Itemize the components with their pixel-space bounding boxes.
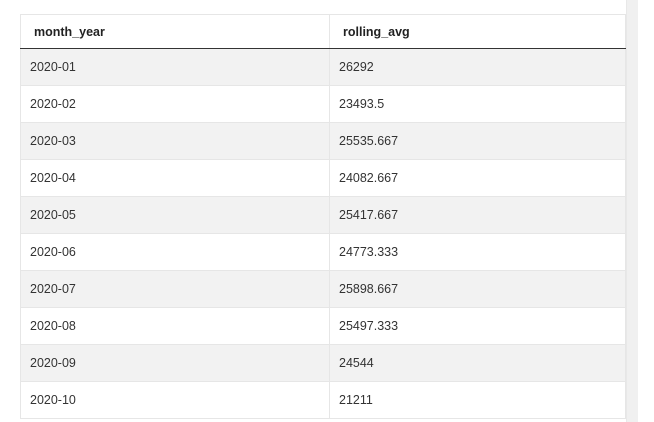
table-row: 2020-02 23493.5: [20, 85, 626, 123]
column-header-month-year[interactable]: month_year: [20, 14, 330, 49]
table-row: 2020-07 25898.667: [20, 270, 626, 308]
cell-month-year: 2020-03: [20, 122, 330, 160]
cell-rolling-avg: 23493.5: [329, 85, 626, 123]
vertical-scrollbar[interactable]: [626, 0, 638, 422]
cell-month-year: 2020-05: [20, 196, 330, 234]
cell-month-year: 2020-08: [20, 307, 330, 345]
cell-month-year: 2020-02: [20, 85, 330, 123]
result-table: month_year rolling_avg 2020-01 26292 202…: [20, 14, 626, 419]
page: month_year rolling_avg 2020-01 26292 202…: [0, 0, 654, 422]
cell-rolling-avg: 24082.667: [329, 159, 626, 197]
header-row: month_year rolling_avg: [20, 14, 626, 49]
cell-rolling-avg: 25417.667: [329, 196, 626, 234]
cell-rolling-avg: 25497.333: [329, 307, 626, 345]
cell-month-year: 2020-07: [20, 270, 330, 308]
table-row: 2020-08 25497.333: [20, 307, 626, 345]
table-header: month_year rolling_avg: [20, 14, 626, 49]
cell-rolling-avg: 25535.667: [329, 122, 626, 160]
cell-rolling-avg: 25898.667: [329, 270, 626, 308]
table-row: 2020-09 24544: [20, 344, 626, 382]
table-row: 2020-06 24773.333: [20, 233, 626, 271]
cell-rolling-avg: 21211: [329, 381, 626, 419]
column-header-rolling-avg[interactable]: rolling_avg: [329, 14, 626, 49]
cell-month-year: 2020-06: [20, 233, 330, 271]
cell-rolling-avg: 24544: [329, 344, 626, 382]
table-row: 2020-01 26292: [20, 48, 626, 86]
table-row: 2020-10 21211: [20, 381, 626, 419]
table-body: 2020-01 26292 2020-02 23493.5 2020-03 25…: [20, 48, 626, 419]
cell-rolling-avg: 26292: [329, 48, 626, 86]
table-row: 2020-04 24082.667: [20, 159, 626, 197]
cell-month-year: 2020-09: [20, 344, 330, 382]
table-row: 2020-05 25417.667: [20, 196, 626, 234]
table-row: 2020-03 25535.667: [20, 122, 626, 160]
cell-month-year: 2020-10: [20, 381, 330, 419]
result-table-container: month_year rolling_avg 2020-01 26292 202…: [20, 14, 626, 419]
cell-rolling-avg: 24773.333: [329, 233, 626, 271]
cell-month-year: 2020-01: [20, 48, 330, 86]
cell-month-year: 2020-04: [20, 159, 330, 197]
